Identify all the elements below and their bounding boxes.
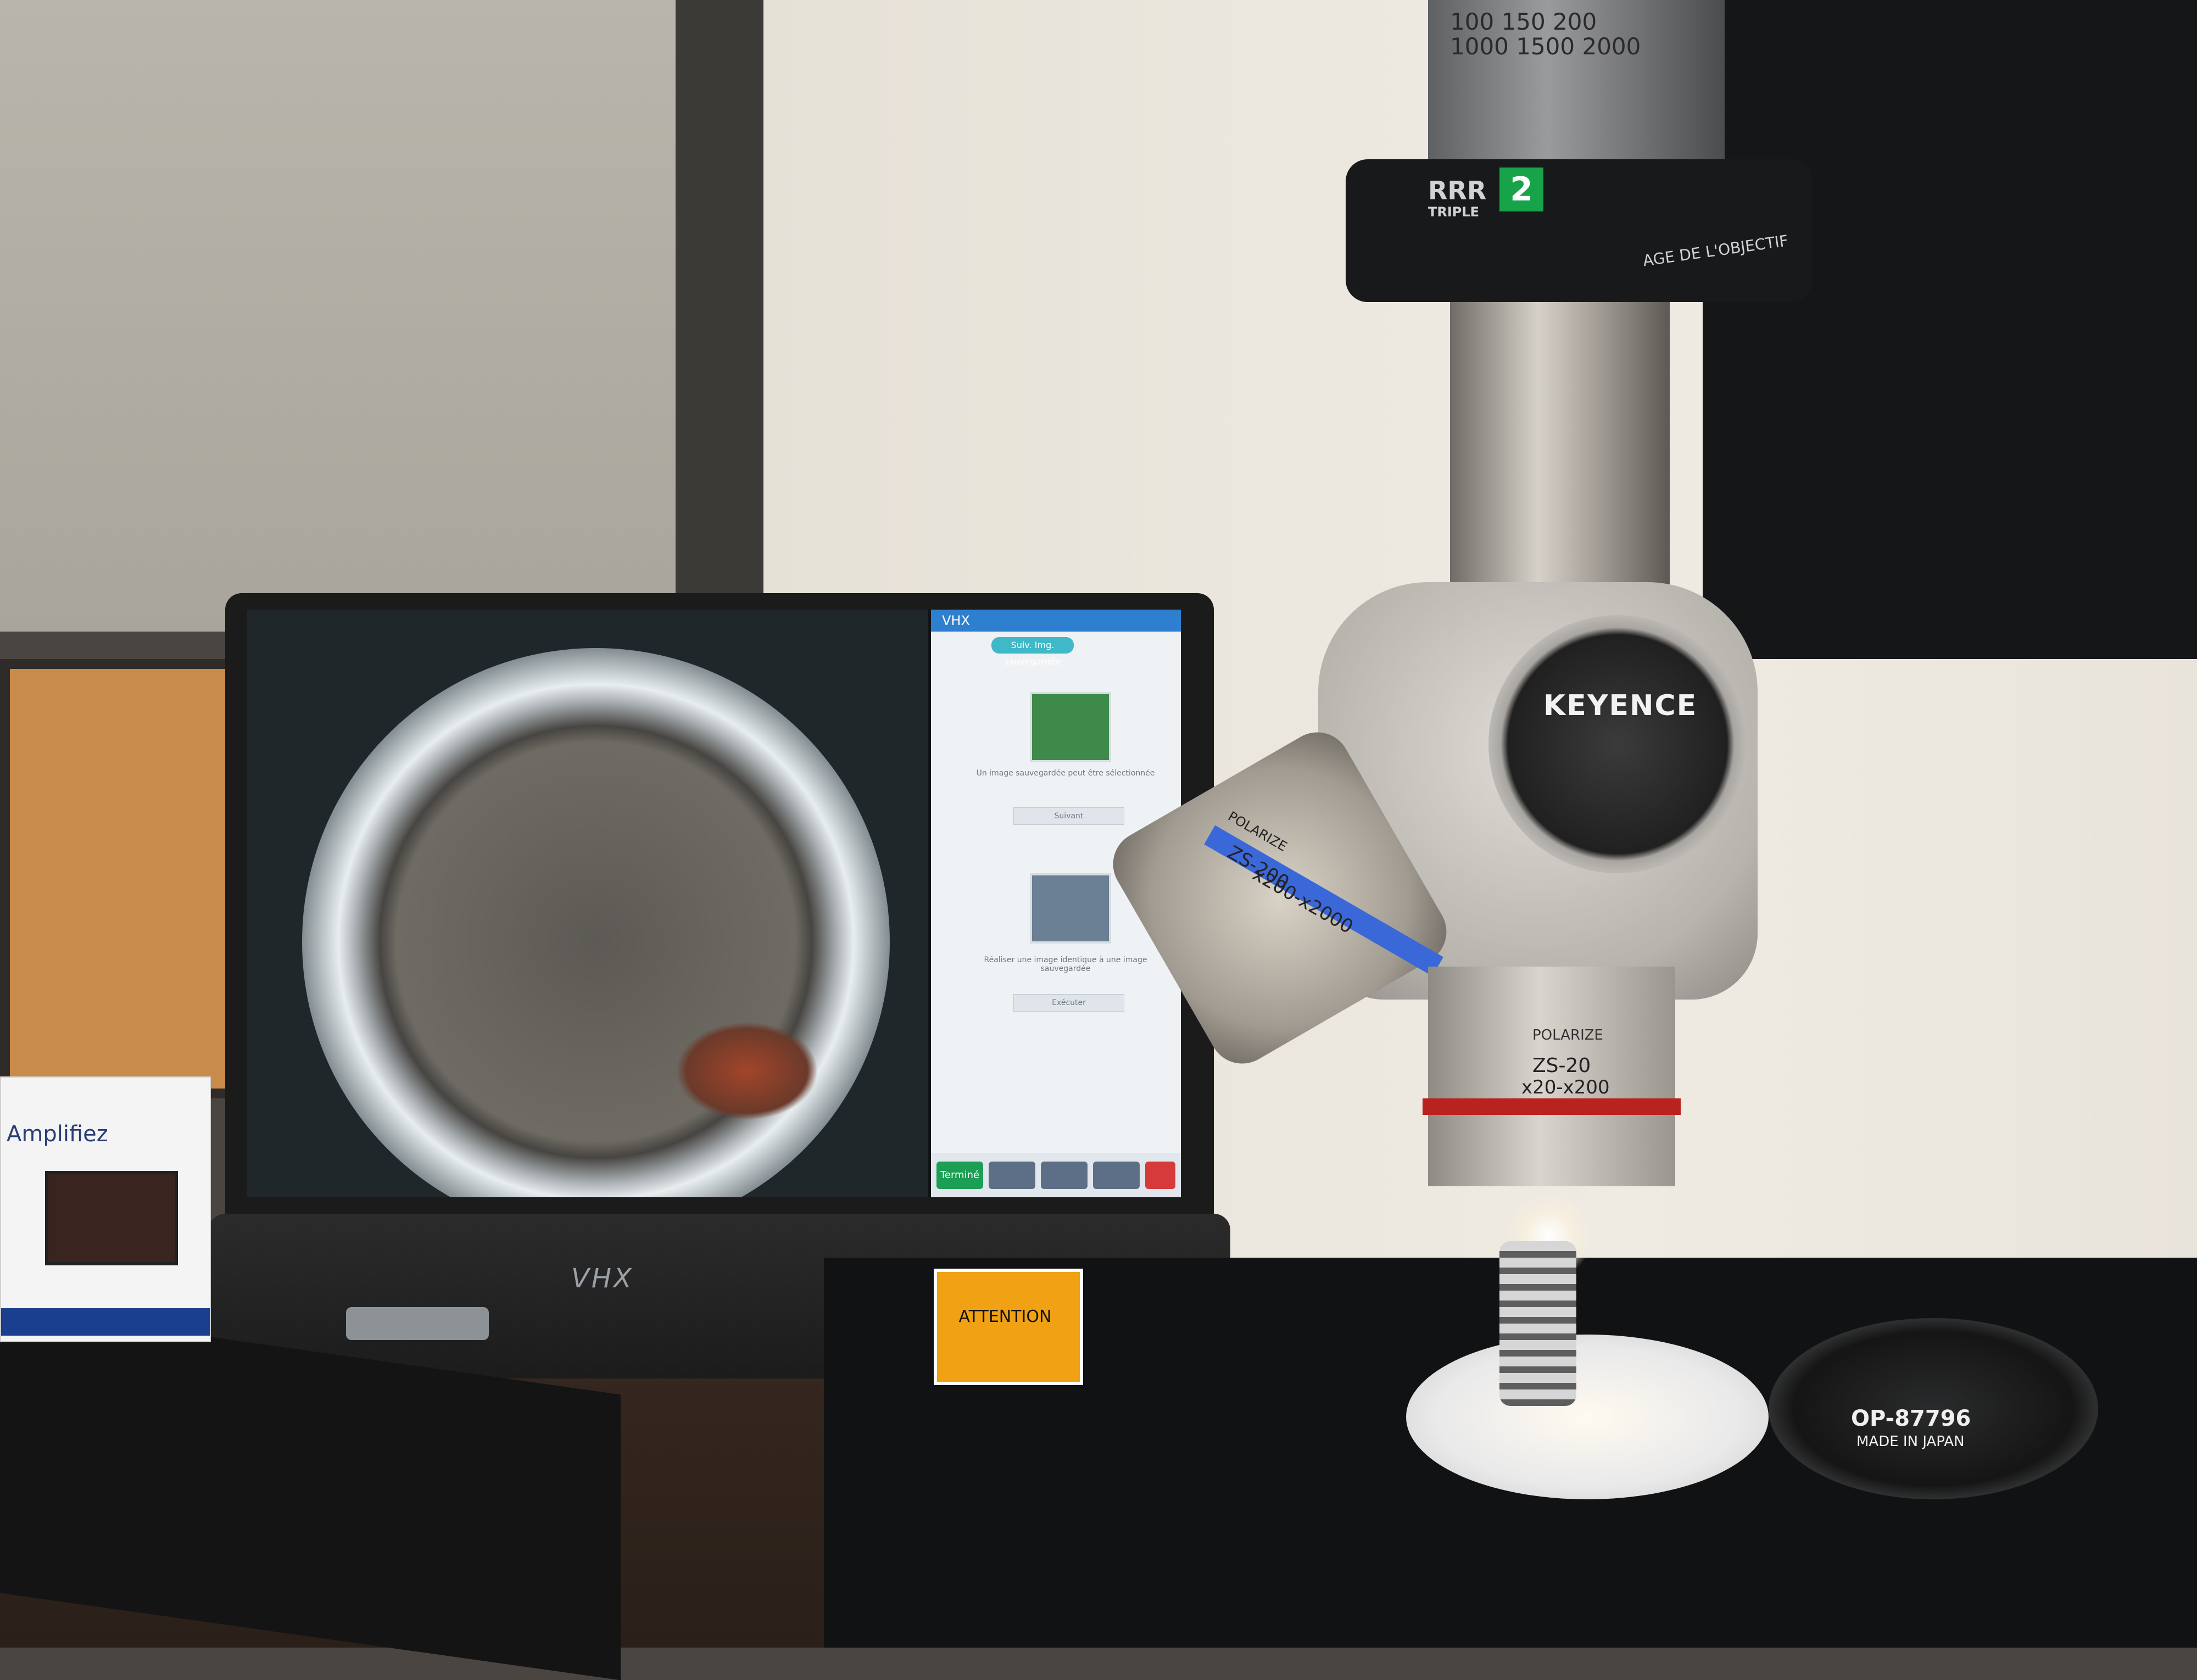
accessory-origin: MADE IN JAPAN	[1856, 1433, 1965, 1450]
panel-title: VHX	[931, 610, 1181, 632]
microscope-tube	[1450, 302, 1670, 610]
warning-label	[934, 1269, 1083, 1385]
live-view[interactable]	[247, 610, 928, 1197]
vhx-logo: VHX	[571, 1263, 634, 1294]
zoom-scale-2: 1000 1500 2000	[1450, 33, 1641, 60]
thumbnail-1[interactable]	[1030, 692, 1111, 762]
tab-saved-image[interactable]: Suiv. Img. sauvegardée	[991, 637, 1074, 667]
lens-right-model: ZS-20	[1532, 1054, 1591, 1077]
objective-number-badge: 2	[1499, 168, 1543, 211]
stage-light-window	[1406, 1335, 1769, 1499]
bottom-toolbar: Terminé	[931, 1153, 1181, 1197]
up-button[interactable]	[1093, 1162, 1140, 1189]
calendar-title: Amplifiez	[7, 1121, 108, 1147]
zoom-scale: 100 150 200	[1450, 8, 1597, 35]
microscope-arm	[1703, 0, 2197, 659]
panel-button-2[interactable]: Exécuter	[1013, 994, 1124, 1012]
keyence-logo: KEYENCE	[1543, 689, 1698, 722]
sample-image	[302, 648, 890, 1197]
desk-calendar: Amplifiez	[0, 1076, 211, 1342]
accessory-model: OP-87796	[1851, 1406, 1971, 1431]
lens-right-range: x20-x200	[1521, 1076, 1610, 1098]
usb-ports	[346, 1307, 489, 1340]
rust-spot	[676, 1022, 818, 1120]
panel-button-1[interactable]: Suivant	[1013, 807, 1124, 825]
calendar-image	[45, 1171, 178, 1265]
brand-disc	[1488, 615, 1747, 873]
spring-sample	[1499, 1241, 1576, 1406]
window-frame	[676, 0, 763, 604]
panel-text-2: Réaliser une image identique à une image…	[984, 956, 1147, 973]
stop-button[interactable]	[1145, 1162, 1175, 1189]
rrr-label: RRR	[1428, 176, 1487, 205]
panel-text-1: Un image sauvegardée peut être sélection…	[976, 769, 1155, 778]
warning-text: ATTENTION	[958, 1307, 1052, 1326]
tool-button[interactable]	[1041, 1162, 1088, 1189]
lens-red-band	[1423, 1098, 1681, 1115]
calendar-footer	[1, 1308, 210, 1336]
background-wall-left	[0, 0, 769, 632]
camera-button[interactable]	[989, 1162, 1035, 1189]
done-button[interactable]: Terminé	[936, 1162, 983, 1189]
cork-board	[0, 659, 258, 1098]
thumbnail-2[interactable]	[1030, 873, 1111, 944]
triple-label: TRIPLE	[1428, 204, 1480, 220]
objective-collar[interactable]	[1346, 159, 1813, 302]
lens-right-polarize: POLARIZE	[1532, 1027, 1603, 1043]
